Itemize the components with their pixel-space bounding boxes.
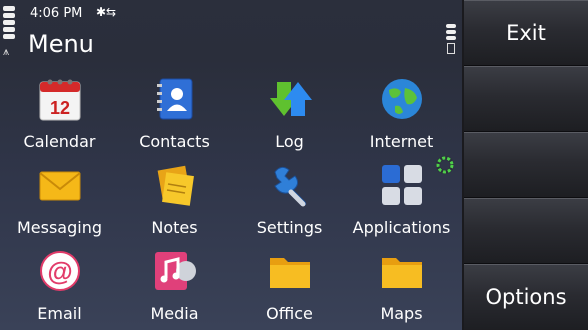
antenna-icon: ⩚ <box>3 45 10 58</box>
exit-button-label: Exit <box>506 21 546 45</box>
bluetooth-icon: ✱⇆ <box>96 5 117 19</box>
calendar-date: 12 <box>49 98 69 118</box>
menu-item-label: Internet <box>369 132 434 151</box>
menu-item-maps[interactable]: Maps <box>344 242 459 328</box>
media-icon <box>154 252 196 290</box>
folder-icon <box>381 258 422 288</box>
menu-item-label: Settings <box>256 218 323 237</box>
calendar-icon: 12 <box>39 79 80 121</box>
menu-item-internet[interactable]: Internet <box>344 70 459 156</box>
loading-icon <box>436 156 454 174</box>
menu-item-email[interactable]: @ Email <box>2 242 117 328</box>
envelope-icon <box>38 171 81 201</box>
menu-item-label: Email <box>37 304 82 323</box>
softkey-slot-3 <box>464 132 588 198</box>
softkey-panel: Exit Options <box>462 0 588 330</box>
menu-item-notes[interactable]: Notes <box>117 156 232 242</box>
globe-icon <box>381 79 422 119</box>
wrench-icon <box>273 166 306 207</box>
applications-icon <box>381 165 422 205</box>
svg-text:@: @ <box>47 256 72 286</box>
exit-button[interactable]: Exit <box>464 0 588 66</box>
battery-icon <box>446 24 456 54</box>
menu-grid: 12 Calendar Contacts Log Internet Messag… <box>0 70 460 330</box>
log-icon <box>269 82 312 116</box>
menu-item-label: Office <box>266 304 313 323</box>
menu-item-label: Applications <box>352 218 451 237</box>
menu-item-label: Media <box>150 304 199 323</box>
menu-item-label: Messaging <box>16 218 103 237</box>
signal-strength-icon <box>3 6 15 41</box>
notes-icon <box>157 165 194 206</box>
menu-item-contacts[interactable]: Contacts <box>117 70 232 156</box>
menu-item-label: Notes <box>151 218 198 237</box>
menu-item-label: Contacts <box>139 132 210 151</box>
softkey-slot-2 <box>464 66 588 132</box>
menu-item-messaging[interactable]: Messaging <box>2 156 117 242</box>
options-button-label: Options <box>485 285 567 309</box>
menu-item-label: Log <box>275 132 304 151</box>
softkey-slot-4 <box>464 198 588 264</box>
options-button[interactable]: Options <box>464 264 588 330</box>
menu-item-label: Maps <box>380 304 423 323</box>
menu-item-media[interactable]: Media <box>117 242 232 328</box>
email-icon: @ <box>39 251 80 291</box>
menu-screen: ⩚ 4:06 PM ✱⇆ Menu 12 Calendar Contacts L… <box>0 0 588 330</box>
menu-item-calendar[interactable]: 12 Calendar <box>2 70 117 156</box>
contacts-icon <box>156 78 192 120</box>
folder-icon <box>269 258 310 288</box>
menu-item-office[interactable]: Office <box>232 242 347 328</box>
page-title: Menu <box>28 30 94 58</box>
menu-item-label: Calendar <box>23 132 96 151</box>
menu-item-settings[interactable]: Settings <box>232 156 347 242</box>
menu-item-log[interactable]: Log <box>232 70 347 156</box>
status-time: 4:06 PM <box>30 6 83 21</box>
